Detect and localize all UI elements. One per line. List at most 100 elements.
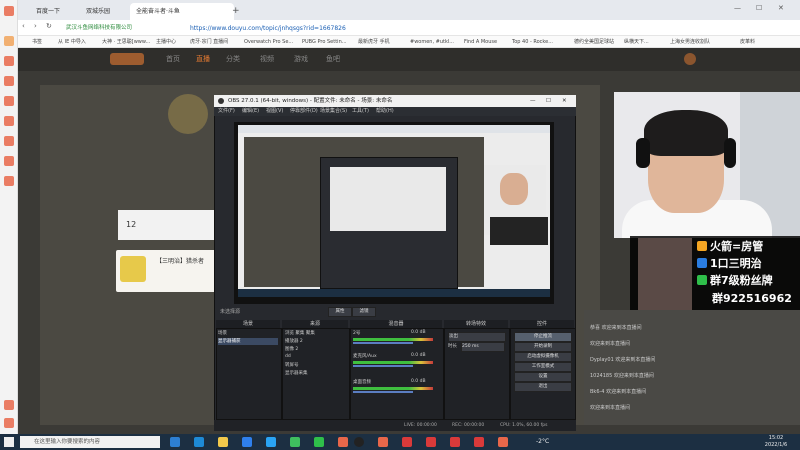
minimize-icon[interactable]: — (734, 4, 741, 12)
nav-live[interactable]: 直播 (196, 54, 210, 64)
obs-filters-button[interactable]: 滤镜 (352, 307, 376, 317)
nav-category[interactable]: 分类 (226, 54, 240, 64)
menu-help[interactable]: 帮助(H) (376, 107, 394, 116)
mixer-dock: 2号 0.0 dB 麦克风/Aux 0.0 dB 桌面音频 0.0 dB (350, 328, 444, 420)
settings-button[interactable]: 设置 (514, 372, 572, 382)
bookmark-item[interactable]: 德约全美国足球站 (574, 37, 614, 47)
scene-item[interactable]: 显示器捕获 (218, 338, 278, 345)
bookmark-item[interactable]: Overwatch Pro Se... (244, 37, 293, 47)
browser-logo-icon[interactable] (4, 6, 14, 16)
virtual-camera-button[interactable]: 启动虚拟摄像机 (514, 352, 572, 362)
maximize-icon[interactable]: ☐ (756, 4, 762, 12)
avatar[interactable] (684, 53, 696, 65)
overlay-line: 群7级粉丝牌 (697, 274, 773, 288)
menu-docks[interactable]: 停靠部件(D) (290, 107, 318, 116)
taskbar-search-input[interactable]: 在这里输入你要搜索的内容 (20, 436, 160, 448)
app-icon[interactable] (266, 437, 276, 447)
obs-maximize-icon[interactable]: ☐ (546, 95, 551, 107)
bookmark-item[interactable]: PUBG Pro Settin... (302, 37, 347, 47)
stop-streaming-button[interactable]: 停止推流 (514, 332, 572, 342)
mixer-volume-slider[interactable] (353, 342, 413, 344)
app-icon[interactable] (450, 437, 460, 447)
store-icon[interactable] (242, 437, 252, 447)
mixer-volume-slider[interactable] (353, 391, 413, 393)
search-icon[interactable] (4, 56, 14, 66)
menu-file[interactable]: 文件(F) (218, 107, 235, 116)
obs-properties-button[interactable]: 属性 (328, 307, 352, 317)
obs-minimize-icon[interactable]: — (530, 95, 536, 107)
studio-mode-button[interactable]: 工作室模式 (514, 362, 572, 372)
start-recording-button[interactable]: 开始录制 (514, 342, 572, 352)
nav-game[interactable]: 游戏 (294, 54, 308, 64)
streamer-card[interactable]: 【三明治】猎杀者 (116, 250, 216, 292)
source-item[interactable]: 图像 2 (285, 346, 298, 352)
bookmark-item[interactable]: 虎牙·宗门 直播间 (190, 37, 228, 47)
source-item[interactable]: 浏览 聚集 聚集 (285, 330, 315, 336)
close-icon[interactable]: ✕ (778, 4, 784, 12)
tab-douyu[interactable]: 全能奋斗者·斗鱼 (130, 3, 234, 20)
star-icon[interactable] (4, 36, 14, 46)
windows-start-icon[interactable] (4, 437, 14, 447)
bookmark-item[interactable]: 上海女男连收割队 (670, 37, 710, 47)
edge-icon[interactable] (194, 437, 204, 447)
bookmark-item[interactable]: Find A Mouse (464, 37, 497, 47)
url-input[interactable]: https://www.douyu.com/topic/jnhqsgs?rid=… (190, 23, 610, 34)
settings-icon[interactable] (4, 418, 14, 428)
download-icon[interactable] (4, 136, 14, 146)
app-icon[interactable] (338, 437, 348, 447)
app-icon[interactable] (498, 437, 508, 447)
transition-select[interactable]: 淡出 (448, 332, 506, 342)
bookmark-item[interactable]: 纵横天下... (624, 37, 649, 47)
exit-button[interactable]: 退出 (514, 382, 572, 392)
app-icon[interactable] (426, 437, 436, 447)
obs-close-icon[interactable]: ✕ (562, 95, 567, 107)
dock-header-scenes: 场景 (216, 320, 280, 328)
nav-yuba[interactable]: 鱼吧 (326, 54, 340, 64)
chat-message: 欢迎来到本直播间 (590, 405, 631, 411)
menu-scene-collection[interactable]: 场景集合(S) (320, 107, 347, 116)
bookmark-item[interactable]: #women, #utkl... (410, 37, 454, 47)
bookmark-icon[interactable] (4, 76, 14, 86)
explorer-icon[interactable] (218, 437, 228, 447)
bookmark-item[interactable]: 书签 (32, 37, 42, 47)
nav-video[interactable]: 视频 (260, 54, 274, 64)
bookmark-item[interactable]: 主播中心 (156, 37, 176, 47)
forward-icon[interactable]: › (34, 22, 37, 30)
mixer-volume-slider[interactable] (353, 365, 413, 367)
nested-face (500, 173, 528, 205)
app-icon[interactable] (402, 437, 412, 447)
obs-taskbar-icon[interactable] (354, 437, 364, 447)
bookmark-item[interactable]: Top 40 - Rocke... (512, 37, 553, 47)
app-icon[interactable] (378, 437, 388, 447)
bookmark-item[interactable]: 皮革料 (740, 37, 755, 47)
tab-label: 全能奋斗者·斗鱼 (136, 8, 180, 15)
app-icon[interactable] (290, 437, 300, 447)
taskbar-clock[interactable]: 15:02 2022/1/6 (756, 435, 796, 449)
refresh-icon[interactable]: ↻ (46, 22, 52, 30)
task-view-icon[interactable] (170, 437, 180, 447)
menu-edit[interactable]: 编辑(E) (242, 107, 259, 116)
menu-tools[interactable]: 工具(T) (352, 107, 369, 116)
history-icon[interactable] (4, 96, 14, 106)
douyu-logo-icon[interactable] (110, 53, 144, 65)
new-tab-button[interactable]: + (226, 3, 250, 20)
wechat-taskbar-icon[interactable] (314, 437, 324, 447)
bookmark-item[interactable]: 大神 · 王思聪[www... (102, 37, 150, 47)
menu-view[interactable]: 视图(V) (266, 107, 283, 116)
source-item[interactable]: dd (285, 354, 291, 359)
add-icon[interactable] (4, 400, 14, 410)
nav-home[interactable]: 首页 (166, 54, 180, 64)
scene-item[interactable]: 场景 (218, 330, 278, 337)
back-icon[interactable]: ‹ (22, 22, 25, 30)
chat-icon[interactable] (4, 116, 14, 126)
cpu-fps: CPU: 1.0%, 60.00 fps (500, 423, 548, 428)
duration-input[interactable]: 250 ms (461, 342, 505, 352)
app-icon[interactable] (474, 437, 484, 447)
source-item[interactable]: 播放器 2 (285, 338, 303, 344)
bookmark-item[interactable]: 最新虎牙 手机 (358, 37, 390, 47)
game-icon[interactable] (4, 176, 14, 186)
bookmark-item[interactable]: 从 IE 中导入 (58, 37, 86, 47)
wallet-icon[interactable] (4, 156, 14, 166)
source-item[interactable]: 转屏号 (285, 362, 299, 368)
source-item[interactable]: 显示器采集 (285, 370, 308, 376)
